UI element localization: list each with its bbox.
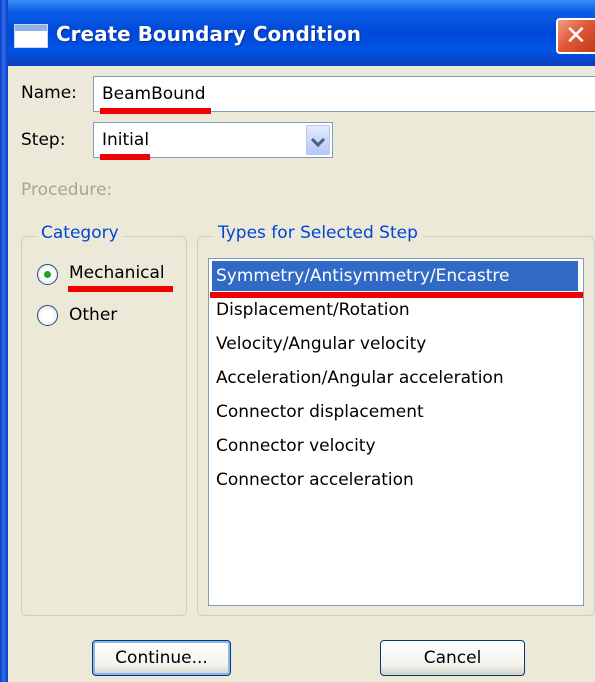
close-button[interactable]: ✕ xyxy=(556,18,595,54)
step-dropdown[interactable]: Initial xyxy=(93,122,333,158)
radio-mechanical[interactable] xyxy=(37,264,58,285)
chevron-down-icon[interactable] xyxy=(306,125,330,155)
window-frame-left xyxy=(0,0,8,682)
list-item[interactable]: Connector acceleration xyxy=(212,465,578,495)
annotation-underline-name xyxy=(100,108,211,114)
create-boundary-condition-dialog: Create Boundary Condition ✕ Name: BeamBo… xyxy=(0,0,595,682)
radio-selected-dot xyxy=(44,271,51,278)
types-legend: Types for Selected Step xyxy=(213,223,423,243)
list-item[interactable]: Displacement/Rotation xyxy=(212,295,578,325)
continue-button[interactable]: Continue... xyxy=(92,640,231,676)
step-dropdown-value: Initial xyxy=(102,130,150,150)
window-icon xyxy=(14,24,48,48)
window-title: Create Boundary Condition xyxy=(56,22,362,46)
name-input-value: BeamBound xyxy=(102,84,206,104)
category-group xyxy=(21,236,187,616)
cancel-button[interactable]: Cancel xyxy=(380,640,525,676)
radio-label-other[interactable]: Other xyxy=(69,305,117,325)
name-input[interactable]: BeamBound xyxy=(93,76,595,112)
list-item[interactable]: Connector displacement xyxy=(212,397,578,427)
list-item[interactable]: Acceleration/Angular acceleration xyxy=(212,363,578,393)
title-bar[interactable]: Create Boundary Condition ✕ xyxy=(0,0,595,66)
list-item[interactable]: Symmetry/Antisymmetry/Encastre xyxy=(212,261,578,291)
radio-label-mechanical[interactable]: Mechanical xyxy=(69,263,165,283)
annotation-underline-type xyxy=(210,292,583,298)
category-legend: Category xyxy=(36,223,124,243)
radio-other[interactable] xyxy=(37,305,58,326)
types-listbox[interactable]: Symmetry/Antisymmetry/Encastre Displacem… xyxy=(208,258,584,606)
procedure-label: Procedure: xyxy=(21,180,113,200)
name-label: Name: xyxy=(21,83,77,103)
step-label: Step: xyxy=(21,130,66,150)
annotation-underline-step xyxy=(100,154,150,160)
annotation-underline-mechanical xyxy=(68,286,173,292)
list-item[interactable]: Connector velocity xyxy=(212,431,578,461)
close-icon: ✕ xyxy=(565,21,587,51)
list-item[interactable]: Velocity/Angular velocity xyxy=(212,329,578,359)
